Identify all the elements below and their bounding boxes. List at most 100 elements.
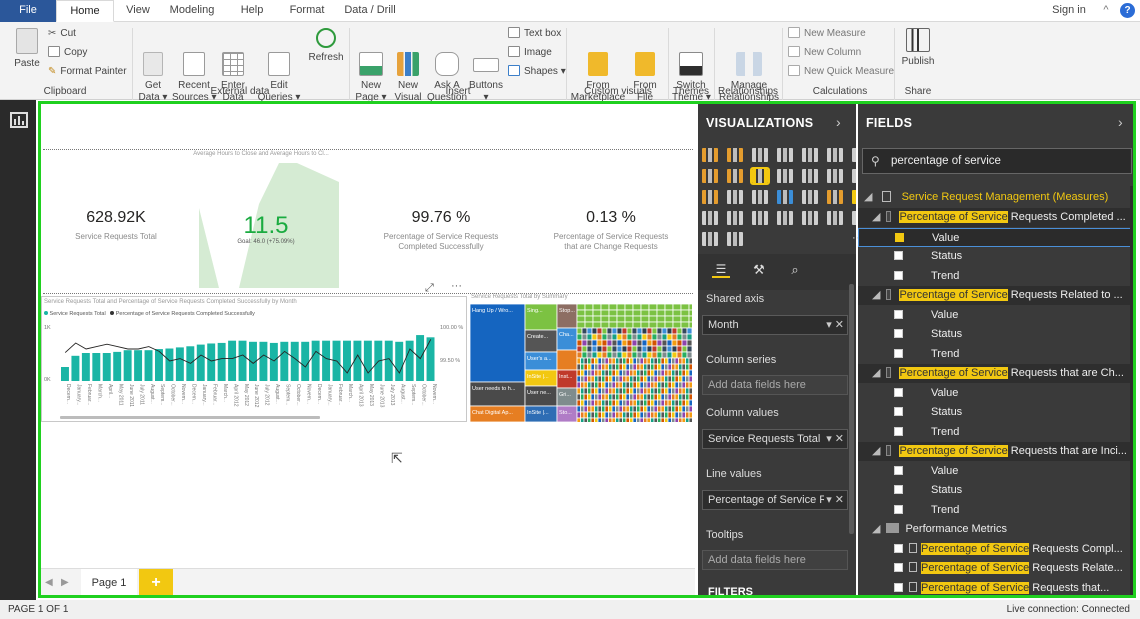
treemap-tile[interactable] bbox=[629, 375, 634, 383]
filters-header[interactable]: FILTERS bbox=[708, 586, 753, 598]
treemap-tile[interactable] bbox=[590, 381, 595, 389]
treemap-tile[interactable] bbox=[636, 339, 643, 347]
treemap-tile[interactable] bbox=[660, 369, 665, 377]
field-kpi-2[interactable]: ◢ Percentage of Service Requests that are… bbox=[858, 364, 1134, 383]
treemap-tile[interactable] bbox=[625, 411, 630, 419]
analytics-magnifier-icon[interactable]: ⌕ bbox=[786, 262, 804, 278]
treemap-tile[interactable] bbox=[587, 417, 592, 422]
new-column-button[interactable]: New Column bbox=[788, 46, 861, 60]
treemap-tile[interactable] bbox=[587, 381, 592, 389]
treemap-tile[interactable] bbox=[653, 375, 658, 383]
report-view-icon[interactable] bbox=[10, 112, 28, 128]
treemap-tile[interactable] bbox=[622, 393, 627, 401]
treemap-tile[interactable] bbox=[594, 411, 599, 419]
treemap-tile[interactable] bbox=[581, 339, 588, 347]
treemap-tile[interactable] bbox=[601, 339, 608, 347]
treemap-tile[interactable] bbox=[622, 399, 627, 407]
treemap-tile[interactable] bbox=[674, 363, 679, 371]
well-line-values[interactable]: Percentage of Service Re ▾ ✕ bbox=[702, 490, 848, 510]
treemap-tile[interactable] bbox=[680, 309, 690, 317]
treemap-tile[interactable] bbox=[688, 369, 692, 377]
treemap-tile[interactable] bbox=[618, 399, 623, 407]
treemap-tile[interactable] bbox=[664, 363, 669, 371]
treemap-tile[interactable] bbox=[650, 357, 655, 365]
treemap-tile[interactable] bbox=[666, 345, 673, 353]
treemap-tile[interactable] bbox=[664, 309, 674, 317]
treemap-tile[interactable] bbox=[632, 321, 642, 329]
treemap-tile[interactable] bbox=[629, 369, 634, 377]
treemap-tile[interactable] bbox=[660, 363, 665, 371]
treemap-tile[interactable] bbox=[615, 399, 620, 407]
treemap-tile[interactable] bbox=[636, 333, 643, 341]
treemap-tile[interactable] bbox=[667, 393, 672, 401]
card-icon[interactable] bbox=[727, 211, 743, 225]
treemap-tile[interactable] bbox=[660, 393, 665, 401]
treemap-tile[interactable] bbox=[671, 363, 676, 371]
treemap-tile[interactable] bbox=[591, 339, 598, 347]
treemap-tile[interactable] bbox=[650, 405, 655, 413]
treemap-tile[interactable] bbox=[580, 357, 585, 365]
treemap-tile[interactable] bbox=[626, 333, 633, 341]
treemap-tile[interactable] bbox=[674, 405, 679, 413]
treemap-tile[interactable] bbox=[639, 357, 644, 365]
treemap-tile[interactable] bbox=[587, 363, 592, 371]
treemap-tile[interactable] bbox=[608, 399, 613, 407]
treemap-tile[interactable] bbox=[596, 327, 603, 335]
treemap-tile[interactable] bbox=[664, 411, 669, 419]
field-checkbox[interactable] bbox=[894, 348, 903, 358]
treemap-tile[interactable] bbox=[685, 387, 690, 395]
get-data-button[interactable]: Get Data ▾ bbox=[136, 28, 170, 116]
treemap-tile[interactable] bbox=[608, 387, 613, 395]
treemap-tile[interactable] bbox=[656, 309, 666, 317]
treemap-tile[interactable] bbox=[643, 375, 648, 383]
treemap-tile[interactable] bbox=[592, 321, 602, 329]
treemap-tile[interactable] bbox=[667, 399, 672, 407]
treemap-tile[interactable] bbox=[678, 417, 683, 422]
remove-field-icon[interactable]: ▾ ✕ bbox=[824, 430, 844, 448]
treemap-tile[interactable] bbox=[618, 387, 623, 395]
treemap-tile[interactable] bbox=[601, 387, 606, 395]
field-kpi-1-status[interactable]: Status bbox=[858, 325, 1134, 344]
100-bar-icon[interactable] bbox=[802, 148, 818, 162]
treemap-tile[interactable] bbox=[594, 387, 599, 395]
format-painter-button[interactable]: ✎ Format Painter bbox=[48, 65, 127, 79]
treemap-tile[interactable] bbox=[671, 393, 676, 401]
treemap-tile[interactable] bbox=[615, 363, 620, 371]
new-page-button[interactable]: New Page ▾ bbox=[353, 28, 389, 116]
treemap-tile[interactable] bbox=[653, 393, 658, 401]
treemap-tile[interactable] bbox=[664, 369, 669, 377]
sign-in-link[interactable]: Sign in bbox=[1046, 0, 1092, 22]
treemap-tile[interactable] bbox=[646, 405, 651, 413]
treemap-tile[interactable] bbox=[629, 387, 634, 395]
treemap-tile[interactable] bbox=[601, 405, 606, 413]
treemap-tile[interactable] bbox=[651, 333, 658, 341]
treemap-tile[interactable] bbox=[681, 357, 686, 365]
treemap-tile[interactable] bbox=[688, 321, 692, 329]
treemap-tile[interactable] bbox=[664, 381, 669, 389]
treemap-tile[interactable] bbox=[688, 357, 692, 365]
treemap-tile[interactable] bbox=[606, 327, 613, 335]
treemap-tile[interactable] bbox=[587, 405, 592, 413]
treemap-tile[interactable] bbox=[671, 345, 678, 353]
treemap-tile[interactable] bbox=[556, 349, 578, 371]
treemap-tile[interactable] bbox=[678, 375, 683, 383]
treemap-tile[interactable] bbox=[646, 381, 651, 389]
treemap-tile[interactable] bbox=[667, 357, 672, 365]
treemap-tile[interactable] bbox=[688, 309, 692, 317]
treemap-tile[interactable] bbox=[611, 345, 618, 353]
treemap-tile[interactable] bbox=[688, 315, 692, 323]
treemap-tile[interactable] bbox=[616, 315, 626, 323]
image-button[interactable]: Image bbox=[508, 46, 552, 60]
treemap-tile[interactable] bbox=[625, 375, 630, 383]
treemap-tile[interactable] bbox=[615, 411, 620, 419]
treemap-tile[interactable] bbox=[604, 411, 609, 419]
treemap-tile[interactable] bbox=[622, 411, 627, 419]
treemap-tile[interactable] bbox=[618, 363, 623, 371]
treemap-tile[interactable] bbox=[651, 339, 658, 347]
treemap-tile[interactable] bbox=[664, 405, 669, 413]
treemap-tile[interactable] bbox=[608, 381, 613, 389]
treemap-tile[interactable] bbox=[601, 333, 608, 341]
shape-map-icon[interactable] bbox=[827, 190, 843, 204]
clustered-column-icon[interactable] bbox=[777, 148, 793, 162]
treemap-tile[interactable] bbox=[591, 351, 598, 359]
